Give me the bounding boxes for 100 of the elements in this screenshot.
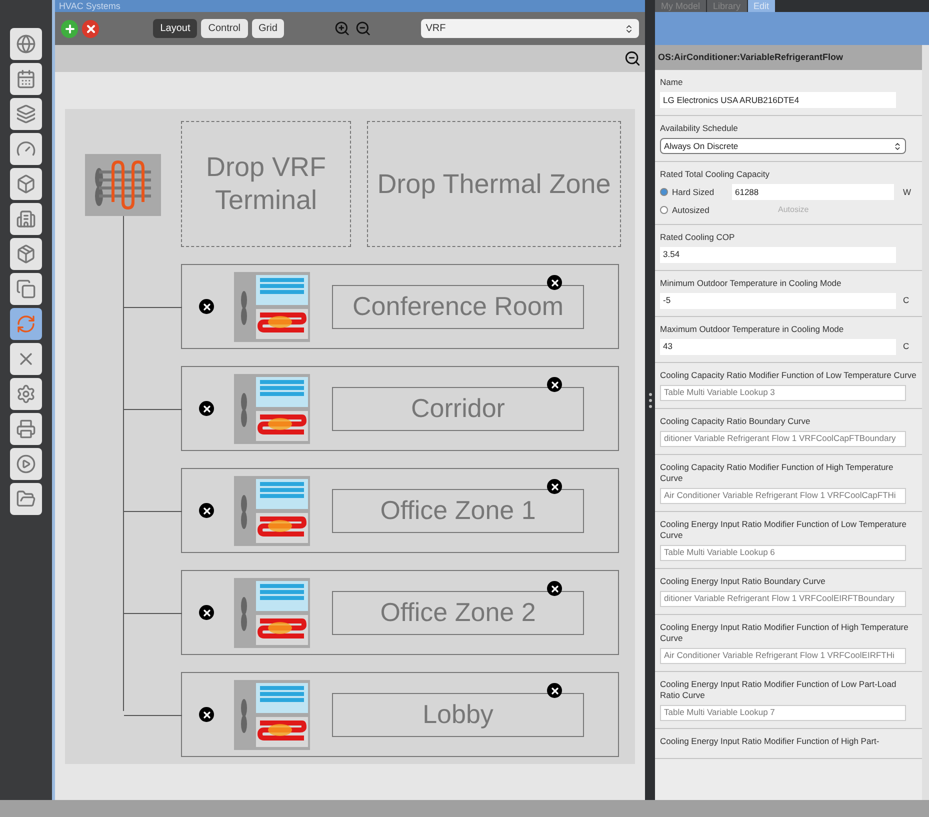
view-tab[interactable]: Grid xyxy=(252,19,284,38)
sidebar-item[interactable] xyxy=(10,203,42,235)
close-icon xyxy=(550,482,560,492)
field-label: Cooling Capacity Ratio Modifier Function of Low Temperature Curve xyxy=(660,370,917,381)
schedule-select[interactable]: Always On Discrete xyxy=(660,138,906,154)
drop-target[interactable]: Drop Thermal Zone xyxy=(367,121,621,247)
zone-name: Conference Room xyxy=(352,290,564,323)
zone-name: Office Zone 1 xyxy=(380,494,536,527)
input-field[interactable]: 61288 xyxy=(732,184,894,200)
plus-icon xyxy=(64,22,76,34)
zone-box[interactable]: Office Zone 1 xyxy=(332,488,584,532)
drop-target[interactable]: Drop VRF Terminal xyxy=(181,121,351,247)
field-label: Rated Total Cooling Capacity xyxy=(660,169,770,180)
remove-zone-button[interactable] xyxy=(547,377,562,392)
select-arrows-icon xyxy=(624,24,634,34)
close-icon xyxy=(202,506,212,516)
building-icon xyxy=(16,209,36,229)
terminal-unit-icon xyxy=(234,272,310,342)
terminal-unit-icon xyxy=(234,374,310,444)
close-icon xyxy=(202,302,212,312)
input-field[interactable]: 3.54 xyxy=(660,246,896,263)
printer-icon xyxy=(16,419,36,439)
close-icon xyxy=(202,404,212,414)
zone-name: Corridor xyxy=(411,392,505,425)
remove-zone-button[interactable] xyxy=(547,275,562,290)
vrf-unit-icon xyxy=(85,154,161,216)
unit-label: C xyxy=(903,340,910,354)
view-tab[interactable]: Layout xyxy=(153,19,198,38)
zoom-in-icon[interactable] xyxy=(334,20,351,37)
remove-button[interactable] xyxy=(199,401,214,416)
close-icon xyxy=(84,22,97,34)
field-label: Cooling Energy Input Ratio Modifier Function of Low Temperature Curve xyxy=(660,518,908,541)
curve-field[interactable]: Table Multi Variable Lookup 3 xyxy=(660,384,906,401)
globe-icon xyxy=(16,34,36,54)
curve-field[interactable]: Air Conditioner Variable Refrigerant Flow 1 VRFCoolCapFTHi xyxy=(660,488,906,504)
remove-zone-button[interactable] xyxy=(547,581,562,596)
curve-field[interactable]: ditioner Variable Refrigerant Flow 1 VRFCoolEIRFTBoundary xyxy=(660,590,906,607)
zone-name: Office Zone 2 xyxy=(380,596,536,629)
sidebar-item[interactable] xyxy=(10,98,42,130)
zone-box[interactable]: Office Zone 2 xyxy=(332,590,584,634)
sidebar-item[interactable] xyxy=(10,273,42,305)
curve-field[interactable]: ditioner Variable Refrigerant Flow 1 VRFCoolCapFTBoundary xyxy=(660,430,906,447)
sidebar-item[interactable] xyxy=(10,238,42,270)
input-field[interactable]: LG Electronics USA ARUB216DTE4 xyxy=(660,92,896,108)
box-icon xyxy=(16,174,36,194)
sidebar-item[interactable] xyxy=(10,63,42,95)
sidebar-item[interactable] xyxy=(10,133,42,165)
radio-label: Hard Sized xyxy=(672,186,716,198)
field-label: Availability Schedule xyxy=(660,123,739,134)
radio-button[interactable] xyxy=(660,206,668,214)
scrollbar[interactable] xyxy=(922,45,929,800)
view-tab[interactable]: Control xyxy=(201,19,248,38)
inspector-title: OS:AirConditioner:VariableRefrigerantFlow xyxy=(655,45,922,70)
close-icon xyxy=(550,380,560,390)
copy-icon xyxy=(16,279,36,299)
remove-button[interactable] xyxy=(199,707,214,722)
close-icon xyxy=(550,278,560,288)
package-icon xyxy=(16,244,36,264)
window-title: HVAC Systems xyxy=(59,1,120,11)
zone-name: Lobby xyxy=(422,698,494,731)
remove-button[interactable] xyxy=(199,503,214,518)
field-label: Cooling Capacity Ratio Modifier Function of High Temperature Curve xyxy=(660,462,894,484)
sidebar-item[interactable] xyxy=(10,413,42,445)
field-label: Cooling Capacity Ratio Boundary Curve xyxy=(660,416,812,427)
zone-box[interactable]: Conference Room xyxy=(332,284,584,328)
curve-field[interactable]: Table Multi Variable Lookup 7 xyxy=(660,704,906,721)
zone-box[interactable]: Lobby xyxy=(332,692,584,736)
radio-label: Autosized xyxy=(672,204,710,217)
sidebar-item[interactable] xyxy=(10,483,42,515)
sidebar-item[interactable] xyxy=(10,378,42,410)
system-select[interactable]: VRF xyxy=(420,19,639,38)
remove-button[interactable] xyxy=(199,605,214,620)
remove-zone-button[interactable] xyxy=(547,479,562,494)
sidebar-item[interactable] xyxy=(10,28,42,60)
gear-icon xyxy=(16,384,36,404)
select-arrows-icon xyxy=(893,142,902,150)
input-field[interactable]: 43 xyxy=(660,338,896,355)
remove-button[interactable] xyxy=(199,299,214,314)
connector-line xyxy=(124,715,182,716)
sidebar-item[interactable] xyxy=(10,168,42,200)
terminal-unit-icon xyxy=(234,680,310,750)
sidebar-item[interactable] xyxy=(10,343,42,375)
terminal-unit-icon xyxy=(234,578,310,648)
field-label: Maximum Outdoor Temperature in Cooling Mode xyxy=(660,324,845,335)
curve-field[interactable]: Air Conditioner Variable Refrigerant Flow 1 VRFCoolEIRFTHi xyxy=(660,648,906,664)
remove-zone-button[interactable] xyxy=(547,683,562,698)
curve-field[interactable]: Table Multi Variable Lookup 6 xyxy=(660,544,906,561)
input-field[interactable]: -5 xyxy=(660,292,896,309)
close-icon xyxy=(202,608,212,618)
play-icon xyxy=(16,454,36,474)
sidebar-item[interactable] xyxy=(10,448,42,480)
zone-box[interactable]: Corridor xyxy=(332,386,584,430)
radio-button[interactable] xyxy=(660,188,668,196)
zoom-out-icon[interactable] xyxy=(624,50,641,67)
field-label: Cooling Energy Input Ratio Modifier Function of High Temperature Curve xyxy=(660,622,910,644)
delete-button[interactable] xyxy=(82,20,100,38)
add-button[interactable] xyxy=(61,20,78,38)
close-icon xyxy=(550,686,560,696)
autosize-label: Autosize xyxy=(778,204,809,216)
folder-icon xyxy=(16,489,36,509)
